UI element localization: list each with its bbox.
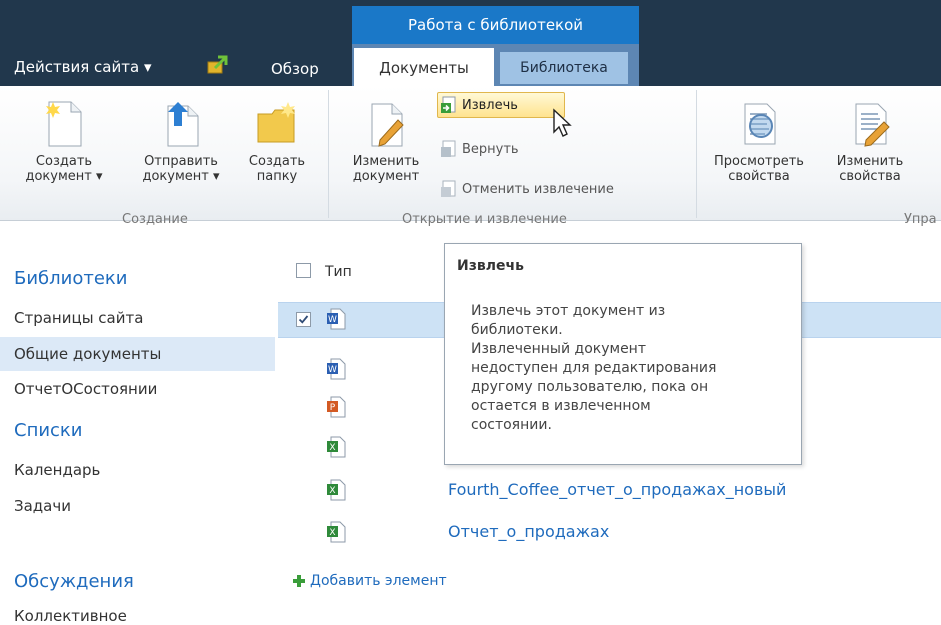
upload-document-label-1: Отправить bbox=[144, 154, 218, 169]
edit-document-label-1: Изменить bbox=[352, 154, 420, 169]
plus-icon bbox=[293, 575, 305, 587]
add-item-label: Добавить элемент bbox=[310, 573, 447, 589]
discard-check-out-label: Отменить извлечение bbox=[462, 181, 614, 197]
new-document-label-1: Создать bbox=[35, 154, 93, 169]
check-out-button[interactable]: Извлечь bbox=[437, 92, 565, 118]
nav-heading-lists[interactable]: Списки bbox=[14, 420, 83, 441]
check-in-icon bbox=[441, 140, 456, 157]
check-out-label: Извлечь bbox=[462, 97, 518, 113]
edit-document-icon bbox=[371, 103, 404, 147]
new-folder-button[interactable]: Создать папку bbox=[240, 100, 314, 184]
tooltip-title: Извлечь bbox=[457, 258, 524, 274]
check-in-label: Вернуть bbox=[462, 141, 519, 157]
tooltip-body: Извлечь этот документ из библиотеки. Изв… bbox=[471, 303, 717, 433]
view-properties-icon bbox=[744, 103, 776, 145]
nav-item-team-discussion[interactable]: Коллективное bbox=[14, 607, 127, 625]
group-label-open-checkout: Открытие и извлечение bbox=[402, 212, 567, 227]
svg-text:W: W bbox=[328, 365, 337, 375]
upload-document-button[interactable]: Отправить документ ▾ bbox=[126, 100, 236, 184]
edit-properties-label-1: Изменить bbox=[836, 154, 904, 169]
svg-text:X: X bbox=[329, 486, 335, 496]
tab-library[interactable]: Библиотека bbox=[500, 52, 628, 84]
new-folder-label-1: Создать bbox=[248, 154, 306, 169]
tab-documents[interactable]: Документы bbox=[354, 48, 494, 86]
powerpoint-document-icon[interactable]: P bbox=[326, 396, 346, 422]
nav-heading-libraries[interactable]: Библиотеки bbox=[14, 268, 128, 289]
upload-document-icon bbox=[167, 102, 199, 147]
nav-item-calendar[interactable]: Календарь bbox=[14, 461, 100, 479]
nav-item-status-report[interactable]: ОтчетОСостоянии bbox=[14, 380, 157, 398]
view-properties-button[interactable]: Просмотреть свойства bbox=[704, 100, 814, 184]
contextual-group-title: Работа с библиотекой bbox=[352, 6, 639, 44]
new-document-button[interactable]: Создать документ ▾ bbox=[14, 100, 114, 184]
edit-document-button[interactable]: Изменить документ bbox=[338, 100, 434, 184]
svg-text:W: W bbox=[328, 315, 337, 325]
nav-item-tasks[interactable]: Задачи bbox=[14, 497, 71, 515]
column-header-type[interactable]: Тип bbox=[325, 264, 352, 280]
tab-browse[interactable]: Обзор bbox=[271, 60, 319, 78]
ribbon-separator bbox=[328, 90, 329, 218]
group-label-manage: Упра bbox=[904, 212, 937, 227]
nav-heading-discussions[interactable]: Обсуждения bbox=[14, 571, 134, 592]
discard-check-out-button[interactable]: Отменить извлечение bbox=[440, 180, 614, 198]
row-checkbox-checked[interactable] bbox=[296, 312, 311, 327]
nav-item-site-pages[interactable]: Страницы сайта bbox=[14, 309, 143, 327]
group-label-create: Создание bbox=[122, 212, 188, 227]
mouse-pointer-icon bbox=[552, 108, 574, 142]
document-link[interactable]: Fourth_Coffee_отчет_о_продажах_новый bbox=[448, 480, 786, 499]
svg-text:X: X bbox=[329, 443, 335, 453]
view-properties-label-2: свойства bbox=[728, 169, 790, 184]
check-out-tooltip: Извлечь Извлечь этот документ из библиот… bbox=[444, 243, 802, 465]
word-document-icon[interactable]: W bbox=[326, 358, 346, 384]
ribbon-separator bbox=[696, 90, 697, 218]
new-folder-icon bbox=[257, 102, 295, 143]
edit-properties-icon bbox=[855, 103, 890, 147]
excel-document-icon[interactable]: X bbox=[326, 479, 346, 505]
upload-document-label-2: документ ▾ bbox=[142, 169, 220, 184]
new-document-icon bbox=[46, 101, 82, 147]
svg-text:P: P bbox=[330, 403, 336, 413]
view-properties-label-1: Просмотреть bbox=[714, 154, 804, 169]
new-folder-label-2: папку bbox=[256, 169, 298, 184]
edit-properties-label-2: свойства bbox=[839, 169, 901, 184]
select-all-checkbox[interactable] bbox=[296, 263, 311, 278]
site-actions-menu[interactable]: Действия сайта ▾ bbox=[14, 58, 151, 76]
edit-document-label-2: документ bbox=[352, 169, 420, 184]
document-link[interactable]: Отчет_о_продажах bbox=[448, 522, 609, 541]
svg-text:X: X bbox=[329, 528, 335, 538]
nav-item-shared-documents[interactable]: Общие документы bbox=[14, 345, 161, 363]
edit-properties-button[interactable]: Изменить свойства bbox=[822, 100, 918, 184]
word-document-icon[interactable]: W bbox=[326, 308, 346, 334]
add-item-button[interactable]: Добавить элемент bbox=[292, 573, 447, 589]
navigate-up-icon[interactable] bbox=[206, 54, 228, 76]
new-document-label-2: документ ▾ bbox=[25, 169, 103, 184]
excel-document-icon[interactable]: X bbox=[326, 436, 346, 462]
check-out-icon bbox=[441, 96, 456, 113]
discard-check-out-icon bbox=[441, 180, 456, 197]
check-in-button[interactable]: Вернуть bbox=[440, 140, 519, 158]
excel-document-icon[interactable]: X bbox=[326, 521, 346, 547]
